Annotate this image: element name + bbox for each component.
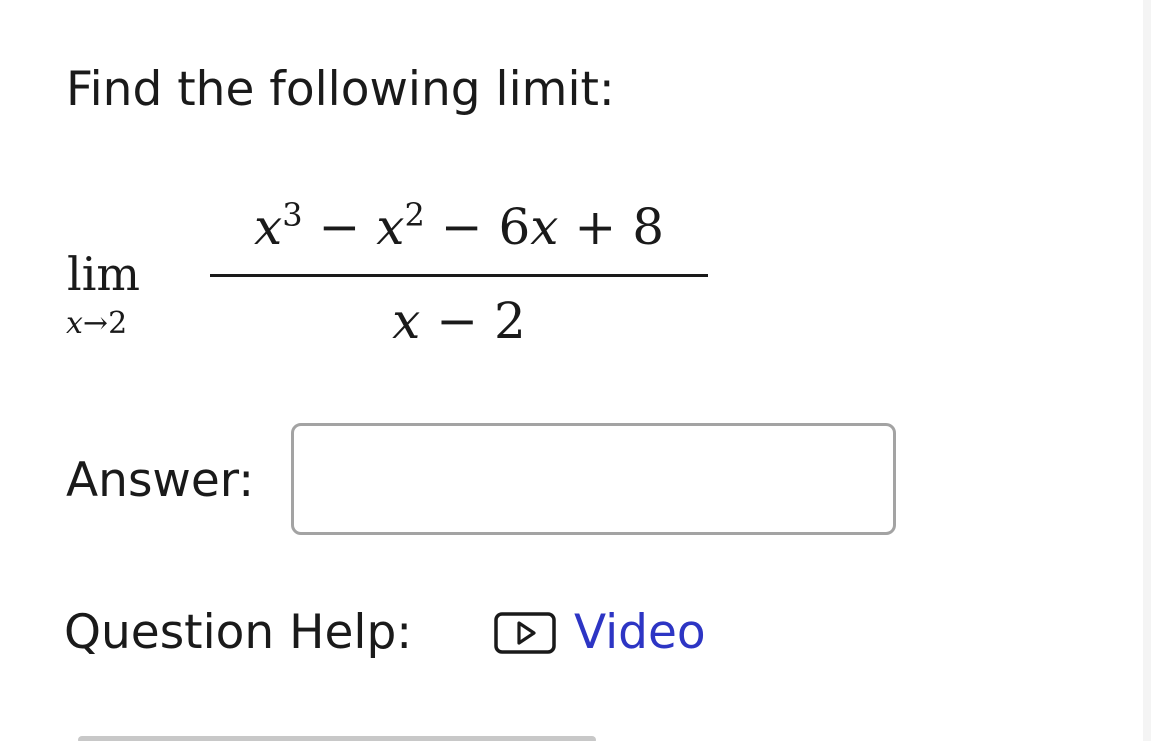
- numerator-term4-const: 8: [632, 198, 664, 256]
- question-prompt: Find the following limit:: [66, 62, 615, 117]
- fraction-numerator: x3 − x2 − 6x + 8: [210, 188, 708, 266]
- denominator-op: −: [420, 292, 495, 350]
- answer-input[interactable]: [291, 423, 896, 535]
- lim-subscript-variable: x: [66, 306, 83, 341]
- fraction-denominator: x − 2: [210, 286, 708, 356]
- answer-label: Answer:: [66, 453, 255, 508]
- denominator-const: 2: [494, 292, 526, 350]
- numerator-op1: −: [302, 198, 377, 256]
- question-help-label: Question Help:: [64, 605, 413, 660]
- lim-subscript: x→2: [66, 306, 127, 342]
- video-help-link[interactable]: Video: [494, 600, 706, 666]
- numerator-term2-exp: 2: [404, 196, 425, 234]
- video-link-label: Video: [574, 605, 706, 660]
- numerator-term1-var: x: [253, 198, 283, 256]
- scrollbar-track[interactable]: [1143, 0, 1151, 741]
- numerator-op2: −: [424, 198, 499, 256]
- numerator-term3-var: x: [530, 198, 559, 256]
- lim-subscript-arrow: →: [82, 306, 109, 341]
- lim-operator: lim: [67, 247, 141, 301]
- numerator-op3: +: [558, 198, 633, 256]
- video-play-icon: [494, 612, 556, 654]
- numerator-term3-coef: 6: [498, 198, 531, 256]
- denominator-var: x: [392, 292, 421, 350]
- numerator-term2-var: x: [376, 198, 405, 256]
- fraction-bar: [210, 274, 708, 277]
- next-section-edge: [78, 736, 596, 741]
- lim-subscript-value: 2: [108, 306, 128, 341]
- limit-expression: lim x→2 x3 − x2 − 6x + 8 x − 2: [64, 188, 724, 358]
- numerator-term1-exp: 3: [282, 196, 303, 234]
